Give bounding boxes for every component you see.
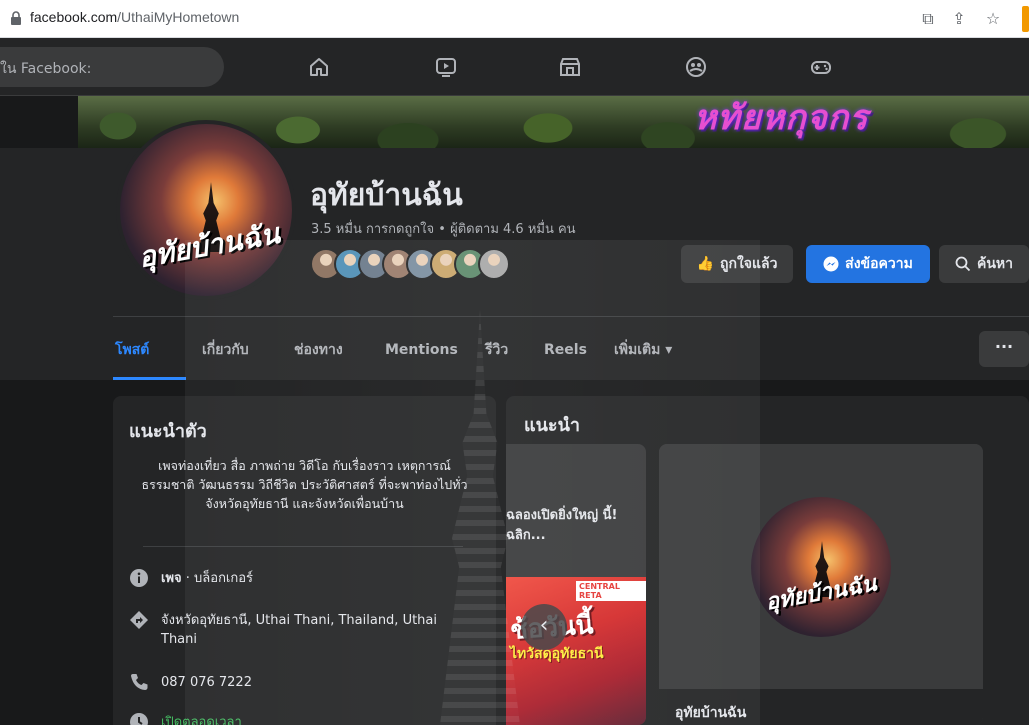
tab-channels[interactable]: ช่องทาง xyxy=(294,324,343,380)
intro-card: แนะนำตัว เพจท่องเที่ยว สื่อ ภาพถ่าย วิดี… xyxy=(113,396,496,725)
header-divider xyxy=(113,316,1029,317)
share-icon[interactable]: ⇪ xyxy=(948,8,970,30)
url-field[interactable]: facebook.com/UthaiMyHometown xyxy=(30,9,239,25)
friend-avatar[interactable] xyxy=(478,248,510,280)
search-input-text: ใน Facebook: xyxy=(0,61,92,77)
category-label: เพจ xyxy=(161,571,182,586)
browser-address-bar: facebook.com/UthaiMyHometown ⧉ ⇪ ☆ xyxy=(0,0,1029,38)
tab-about[interactable]: เกี่ยวกับ xyxy=(202,324,249,380)
profile-avatar[interactable]: อุทัยบ้านฉัน xyxy=(116,120,296,300)
recommendation-post-image[interactable]: CENTRAL RETA ช้อวันนี้ ไทวัสดุอุทัยธานี xyxy=(506,577,646,725)
recommendations-title: แนะนำ xyxy=(524,415,580,436)
search-icon xyxy=(955,256,971,272)
tab-reviews[interactable]: รีวิว xyxy=(485,324,508,380)
recommendation-post-card[interactable]: ฉลองเปิดยิ่งใหญ่ นี้! ฉลิก... CENTRAL RE… xyxy=(506,444,646,725)
carousel-previous-button[interactable]: ‹ xyxy=(521,604,567,650)
page-stats[interactable]: 3.5 หมื่น การกดถูกใจ • ผู้ติดตาม 4.6 หมื… xyxy=(311,218,576,239)
search-input[interactable]: ใน Facebook: xyxy=(0,47,224,87)
promo-subline: ไทวัสดุอุทัยธานี xyxy=(510,646,604,662)
tab-posts[interactable]: โพสต์ xyxy=(113,324,186,380)
thumbs-up-icon: 👍 xyxy=(696,256,714,272)
marketplace-icon[interactable] xyxy=(554,51,586,83)
recommendation-page-card[interactable]: อุทัยบ้านฉัน อุทัยบ้านฉัน xyxy=(659,444,983,725)
groups-icon[interactable] xyxy=(680,51,712,83)
search-page-button[interactable]: ค้นหา xyxy=(939,245,1029,283)
intro-bio: เพจท่องเที่ยว สื่อ ภาพถ่าย วิดีโอ กับเรื… xyxy=(141,458,468,511)
intro-title: แนะนำตัว xyxy=(129,421,207,442)
more-options-button[interactable]: ··· xyxy=(979,331,1029,367)
info-icon xyxy=(130,569,148,587)
lock-icon xyxy=(11,11,21,25)
liked-button[interactable]: 👍 ถูกใจแล้ว xyxy=(681,245,793,283)
messenger-icon xyxy=(823,256,839,272)
recommendation-page-avatar[interactable]: อุทัยบ้านฉัน xyxy=(751,497,891,637)
gaming-icon[interactable] xyxy=(805,51,837,83)
brand-label: CENTRAL RETA xyxy=(576,581,646,601)
translate-icon[interactable]: ⧉ xyxy=(917,8,939,30)
home-icon[interactable] xyxy=(303,51,335,83)
hours-status[interactable]: เปิดตลอดเวลา xyxy=(161,713,242,725)
search-page-label: ค้นหา xyxy=(976,256,1014,272)
avatar-text: อุทัยบ้านฉัน xyxy=(763,571,879,616)
browser-extension-indicator xyxy=(1022,6,1029,32)
recommendation-page-name[interactable]: อุทัยบ้านฉัน xyxy=(675,702,746,724)
intro-divider xyxy=(143,546,463,547)
page-title: อุทัยบ้านฉัน xyxy=(310,178,463,213)
phone-text[interactable]: 087 076 7222 xyxy=(161,673,252,692)
watch-icon[interactable] xyxy=(430,51,462,83)
facebook-top-nav: ใน Facebook: xyxy=(0,38,1029,96)
phone-icon xyxy=(131,674,148,690)
send-message-button[interactable]: ส่งข้อความ xyxy=(806,245,930,283)
tab-mentions[interactable]: Mentions xyxy=(385,324,458,380)
directions-icon xyxy=(130,611,148,629)
tab-reels[interactable]: Reels xyxy=(544,324,587,380)
bookmark-star-icon[interactable]: ☆ xyxy=(982,8,1004,30)
tab-more[interactable]: เพิ่มเติม ▾ xyxy=(614,324,672,380)
category-value: · บล็อกเกอร์ xyxy=(181,571,254,586)
address-text[interactable]: จังหวัดอุทัยธานี, Uthai Thani, Thailand,… xyxy=(161,611,476,649)
send-message-label: ส่งข้อความ xyxy=(845,256,913,272)
liked-button-label: ถูกใจแล้ว xyxy=(719,256,778,272)
cover-text: หทัยหกุจกร xyxy=(694,98,869,138)
clock-icon xyxy=(130,713,148,725)
recommendation-post-text: ฉลองเปิดยิ่งใหญ่ นี้! ฉลิก... xyxy=(506,508,618,543)
